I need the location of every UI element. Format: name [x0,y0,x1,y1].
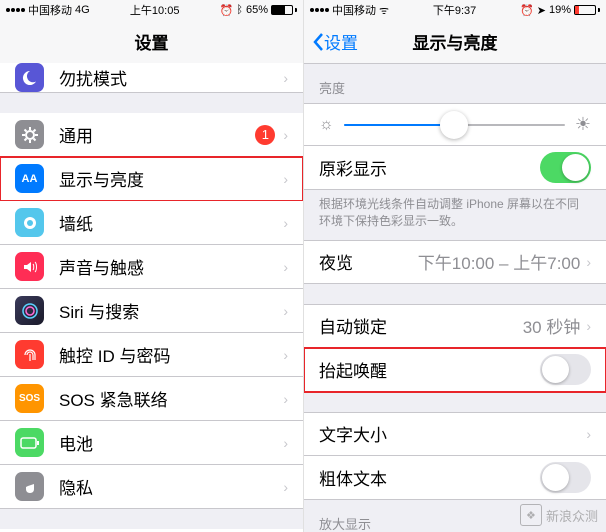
nav-title: 显示与亮度 [413,29,498,54]
chevron-right-icon: › [283,215,288,231]
status-bar: 中国移动 4G 上午10:05 ⏰ ᛒ 65% [0,0,303,20]
row-do-not-disturb[interactable]: 勿扰模式 › [0,63,303,93]
row-label: 隐私 [59,474,283,499]
row-display-brightness[interactable]: AA 显示与亮度 › [0,157,303,201]
row-label: SOS 紧急联络 [59,386,283,411]
network-label: 4G [75,4,90,16]
row-raise-to-wake: 抬起唤醒 [304,348,606,392]
chevron-left-icon [312,32,324,52]
nav-bar: 设置 [0,20,303,64]
wallpaper-icon [15,208,44,237]
sun-max-icon: ☀ [575,114,591,135]
clock: 下午9:37 [433,2,476,18]
row-label: 声音与触感 [59,254,283,279]
chevron-right-icon: › [283,303,288,319]
back-label: 设置 [324,29,358,54]
row-bold-text: 粗体文本 [304,456,606,500]
alarm-icon: ⏰ [220,4,234,17]
chevron-right-icon: › [283,391,288,407]
wifi-icon: ᯤ [379,3,389,18]
row-text-size[interactable]: 文字大小 › [304,412,606,456]
nav-title: 设置 [135,29,169,54]
watermark: ❖ 新浪众测 [520,504,598,526]
battery-icon [271,5,297,15]
bluetooth-icon: ᛒ [236,4,243,16]
raise-wake-toggle[interactable] [540,354,591,385]
row-detail: 下午10:00 – 上午7:00 [418,249,581,274]
nav-bar: 设置 显示与亮度 [304,20,606,64]
clock: 上午10:05 [130,2,180,18]
display-brightness-screen: 中国移动 ᯤ 下午9:37 ⏰ ➤ 19% 设置 显示与亮度 亮度 ☼ ☀ 原彩… [303,0,606,532]
carrier-label: 中国移动 [28,2,72,18]
signal-icon [310,8,329,12]
row-true-tone: 原彩显示 [304,146,606,190]
battery-pct: 19% [549,4,571,16]
row-label: 原彩显示 [319,155,540,180]
chevron-right-icon: › [283,347,288,363]
sos-icon: SOS [15,384,44,413]
row-label: 墙纸 [59,210,283,235]
battery-pct: 65% [246,4,268,16]
chevron-right-icon: › [283,435,288,451]
row-siri[interactable]: Siri 与搜索 › [0,289,303,333]
chevron-right-icon: › [283,259,288,275]
row-touchid[interactable]: 触控 ID 与密码 › [0,333,303,377]
settings-list[interactable]: 勿扰模式 › [0,63,303,93]
battery-icon [574,5,600,15]
hand-icon [15,472,44,501]
row-night-shift[interactable]: 夜览 下午10:00 – 上午7:00 › [304,240,606,284]
row-label: 电池 [59,430,283,455]
row-label: 触控 ID 与密码 [59,342,283,367]
true-tone-footer: 根据环境光线条件自动调整 iPhone 屏幕以在不同环境下保持色彩显示一致。 [304,190,606,240]
row-sos[interactable]: SOS SOS 紧急联络 › [0,377,303,421]
row-wallpaper[interactable]: 墙纸 › [0,201,303,245]
row-label: Siri 与搜索 [59,298,283,323]
back-button[interactable]: 设置 [312,29,358,54]
row-label: 夜览 [319,249,418,274]
gear-icon [15,120,44,149]
brightness-slider[interactable] [344,124,565,126]
carrier-label: 中国移动 [332,2,376,18]
row-label: 文字大小 [319,421,586,446]
chevron-right-icon: › [586,254,591,270]
sun-min-icon: ☼ [319,116,334,134]
text-size-icon: AA [15,164,44,193]
location-icon: ➤ [537,4,546,17]
status-bar: 中国移动 ᯤ 下午9:37 ⏰ ➤ 19% [304,0,606,20]
row-sounds[interactable]: 声音与触感 › [0,245,303,289]
battery-row-icon [15,428,44,457]
row-label: 勿扰模式 [59,65,283,90]
fingerprint-icon [15,340,44,369]
row-label: 显示与亮度 [59,166,283,191]
chevron-right-icon: › [283,171,288,187]
row-label: 通用 [59,122,255,147]
brightness-header: 亮度 [304,64,606,103]
badge: 1 [255,125,275,145]
chevron-right-icon: › [283,127,288,143]
true-tone-toggle[interactable] [540,152,591,183]
row-battery[interactable]: 电池 › [0,421,303,465]
alarm-icon: ⏰ [520,4,534,17]
speaker-icon [15,252,44,281]
row-auto-lock[interactable]: 自动锁定 30 秒钟 › [304,304,606,348]
settings-screen: 中国移动 4G 上午10:05 ⏰ ᛒ 65% 设置 勿扰模式 › 通用 1 ›… [0,0,303,532]
watermark-text: 新浪众测 [546,506,598,525]
chevron-right-icon: › [283,70,288,86]
brightness-slider-row: ☼ ☀ [304,103,606,146]
watermark-logo-icon: ❖ [520,504,542,526]
row-privacy[interactable]: 隐私 › [0,465,303,509]
signal-icon [6,8,25,12]
row-general[interactable]: 通用 1 › [0,113,303,157]
chevron-right-icon: › [586,426,591,442]
siri-icon [15,296,44,325]
bold-text-toggle[interactable] [540,462,591,493]
chevron-right-icon: › [283,479,288,495]
moon-icon [15,63,44,92]
row-label: 抬起唤醒 [319,357,540,382]
row-label: 粗体文本 [319,465,540,490]
row-detail: 30 秒钟 [523,313,581,338]
row-label: 自动锁定 [319,313,523,338]
chevron-right-icon: › [586,318,591,334]
